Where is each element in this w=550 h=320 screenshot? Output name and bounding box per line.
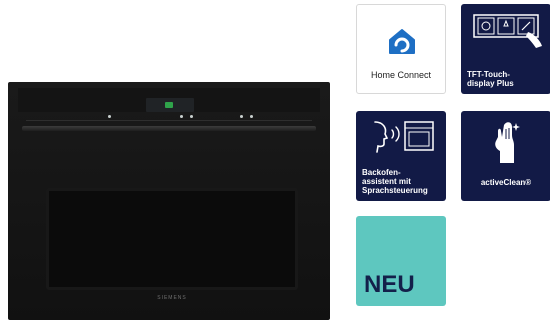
- indicator-light: [108, 115, 111, 118]
- badge-voice-assistant: Backofen- assistent mit Sprachsteuerung: [356, 111, 446, 201]
- brand-logo: SIEMENS: [157, 295, 187, 301]
- indicator-light: [190, 115, 193, 118]
- badge-label: TFT-Touch- display Plus: [467, 70, 514, 88]
- badge-label: Home Connect: [370, 70, 432, 80]
- badge-label: Backofen- assistent mit Sprachsteuerung: [362, 168, 428, 195]
- panel-divider: [26, 120, 312, 121]
- indicator-light: [240, 115, 243, 118]
- oven-product-image: SIEMENS: [8, 82, 330, 320]
- door-handle: [22, 126, 316, 131]
- glove-icon: [495, 122, 520, 163]
- badge-tft-touch-display: TFT-Touch- display Plus: [461, 4, 550, 94]
- indicator-light: [180, 115, 183, 118]
- indicator-light: [250, 115, 253, 118]
- display-green-icon: [165, 102, 173, 108]
- badge-new: NEU: [356, 216, 446, 306]
- voice-assistant-oven-icon: [374, 121, 434, 153]
- badge-active-clean: activeClean®: [461, 111, 550, 201]
- badge-label: NEU: [364, 271, 415, 298]
- home-connect-icon: [389, 29, 415, 54]
- badge-home-connect: Home Connect: [356, 4, 446, 94]
- badge-label: activeClean®: [480, 178, 532, 187]
- oven-window: [46, 188, 298, 290]
- tft-display: [146, 98, 194, 112]
- tft-touch-display-icon: [473, 14, 542, 48]
- door-top-strip: [26, 152, 312, 166]
